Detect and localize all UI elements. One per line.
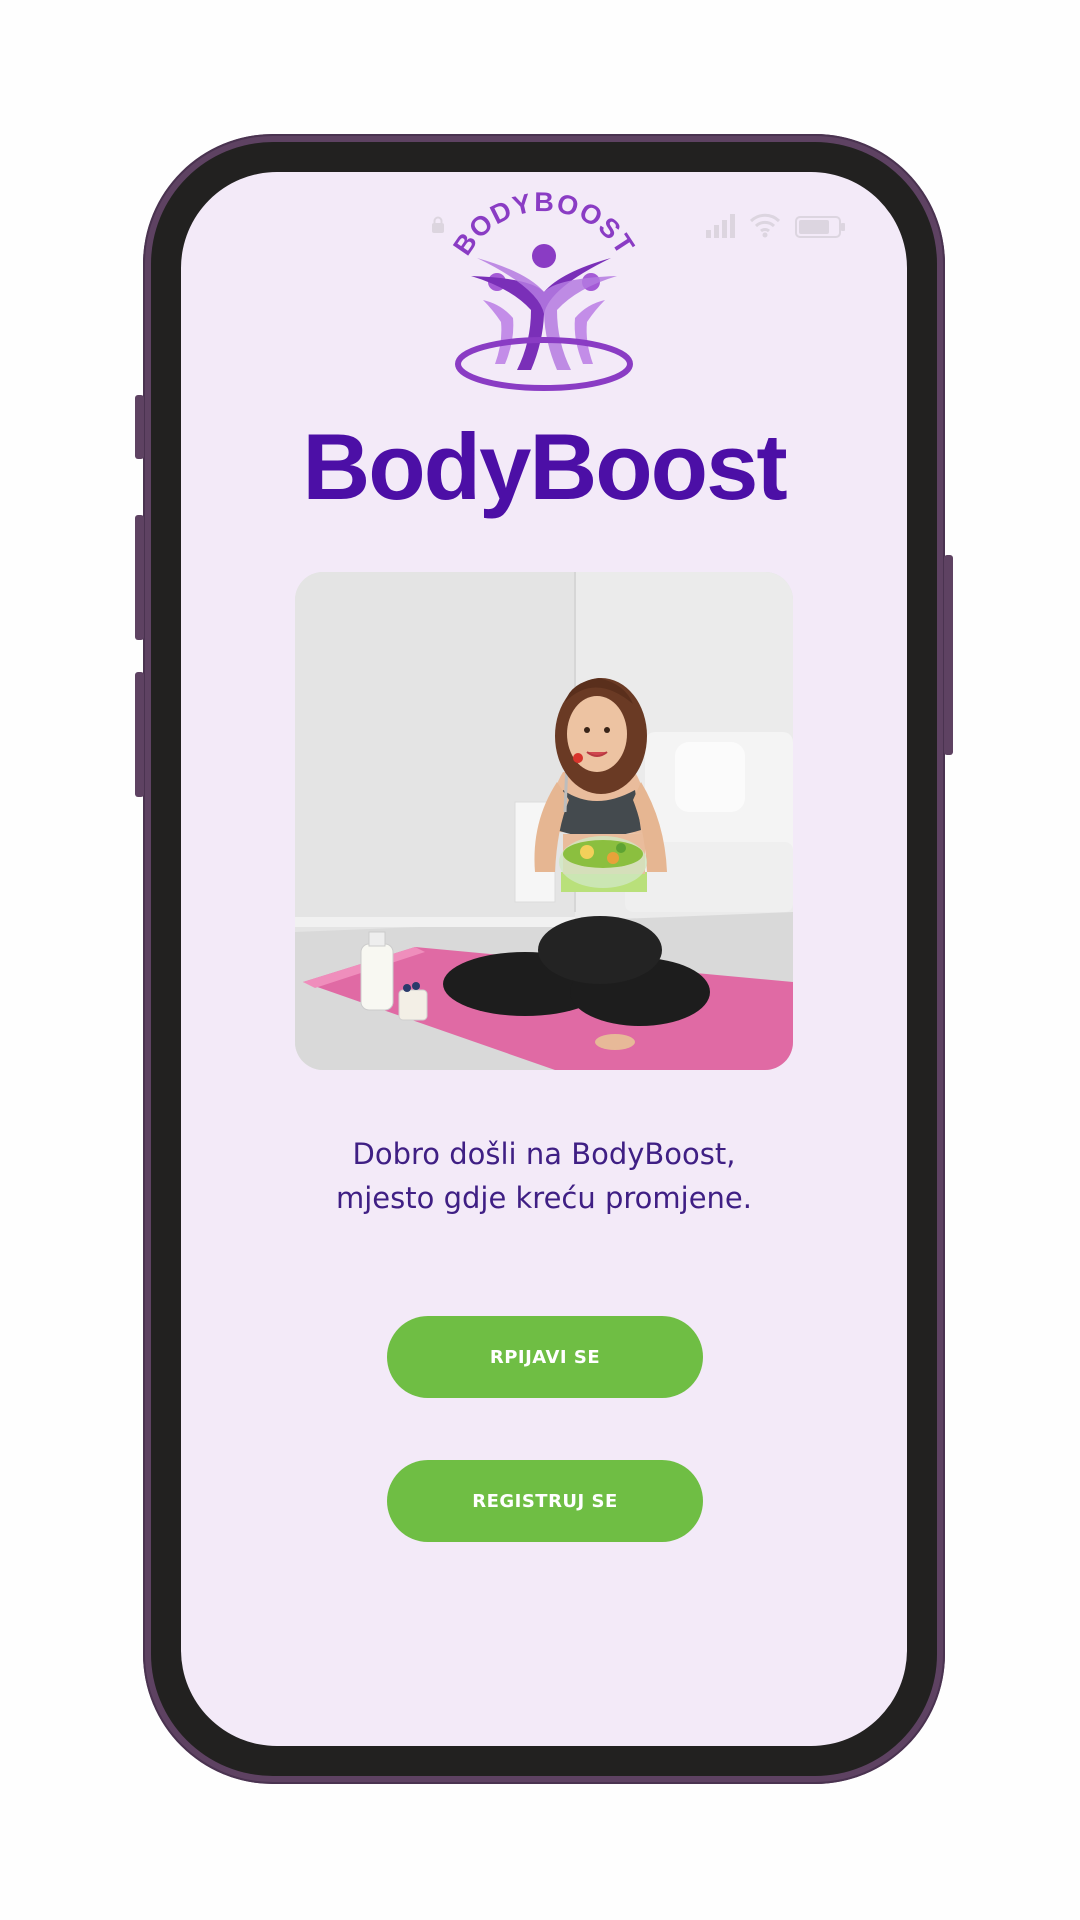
welcome-line-2: mjesto gdje kreću promjene. (335, 1181, 752, 1215)
signal-icon (706, 214, 735, 238)
volume-up-button (135, 515, 144, 640)
login-button[interactable]: RPIJAVI SE (387, 1316, 703, 1398)
welcome-line-1: Dobro došli na BodyBoost, (352, 1137, 736, 1171)
wifi-icon (749, 213, 781, 238)
welcome-message: Dobro došli na BodyBoost, mjesto gdje kr… (181, 1132, 907, 1220)
mute-switch (135, 395, 144, 459)
woman-eating-salad-illustration (295, 572, 793, 1070)
app-title: BodyBoost (302, 414, 787, 519)
mockup-stage: BODYBOOST BodyBoost Dobro došli na BodyB… (0, 0, 1080, 1920)
bodyboost-logo: BODYBOOST (447, 192, 639, 391)
battery-icon (795, 216, 845, 238)
power-button (944, 555, 953, 755)
volume-down-button (135, 672, 144, 797)
register-button[interactable]: REGISTRUJ SE (387, 1460, 703, 1542)
hero-image (295, 572, 793, 1070)
app-screen: BODYBOOST BodyBoost Dobro došli na BodyB… (181, 172, 907, 1746)
